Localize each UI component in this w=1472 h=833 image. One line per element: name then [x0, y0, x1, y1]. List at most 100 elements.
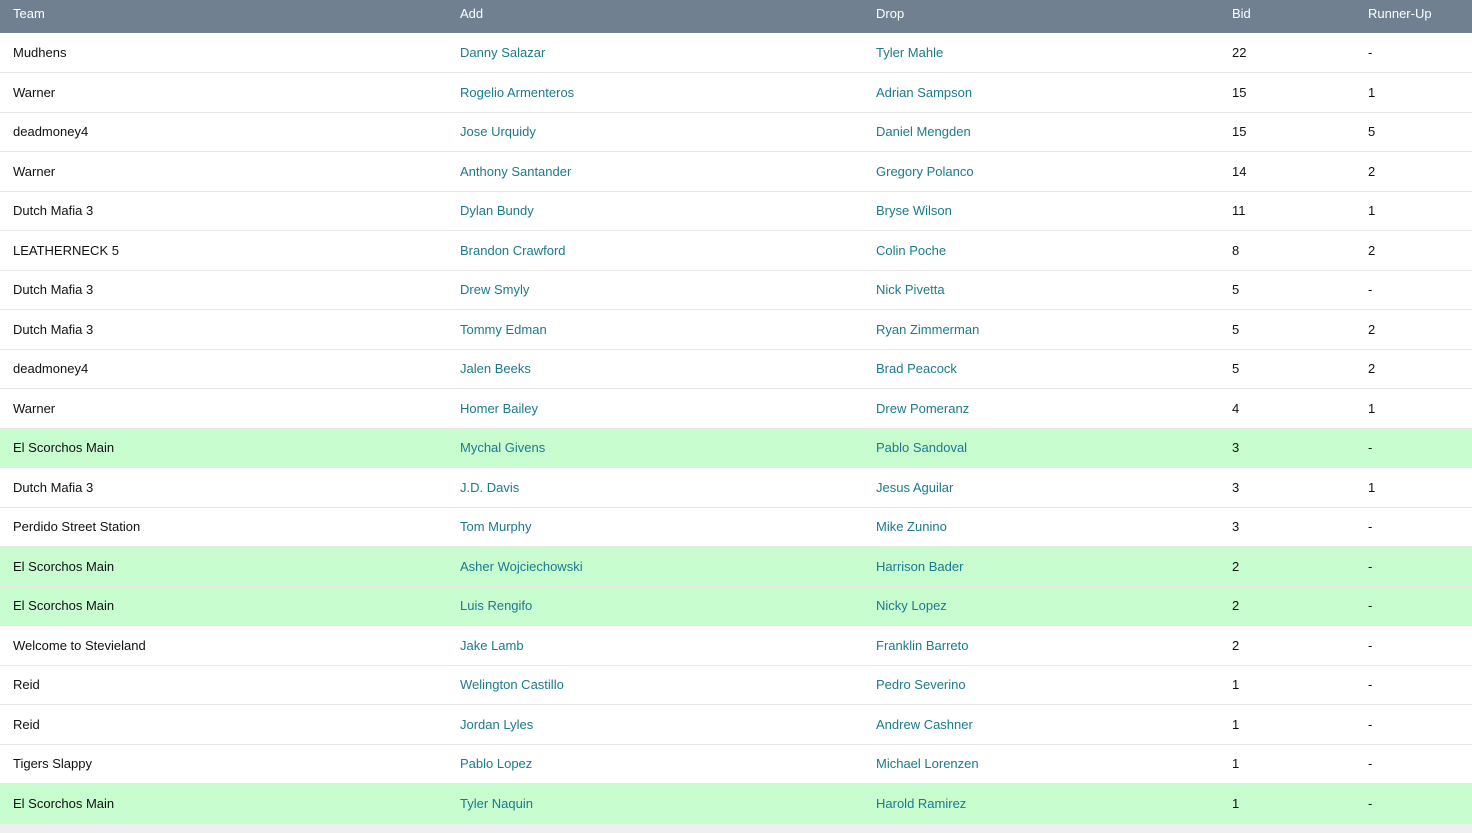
add-player-link[interactable]: Welington Castillo — [447, 665, 863, 705]
add-player-link[interactable]: Rogelio Armenteros — [447, 73, 863, 113]
table-row: deadmoney4 Jalen Beeks Brad Peacock 5 2 — [0, 349, 1472, 389]
runner-up-cell: 2 — [1368, 321, 1376, 337]
table-row: El Scorchos Main Tyler Naquin Harold Ramir… — [0, 783, 1472, 824]
drop-player-link[interactable]: Colin Poche — [863, 231, 1219, 271]
bid-cell: 2 — [1232, 637, 1240, 653]
team-cell: LEATHERNECK 5 — [13, 242, 119, 258]
add-player-link[interactable]: Jalen Beeks — [447, 349, 863, 389]
team-cell: Perdido Street Station — [13, 519, 141, 535]
table-row: Reid Welington Castillo Pedro Severino 1 - — [0, 665, 1472, 705]
bid-cell: 5 — [1232, 321, 1240, 337]
drop-player-link[interactable]: Nicky Lopez — [863, 586, 1219, 626]
runner-up-cell: - — [1368, 677, 1373, 693]
column-header-runner-up[interactable]: Runner-Up — [1355, 0, 1472, 33]
table-row: Warner Homer Bailey Drew Pomeranz 4 1 — [0, 389, 1472, 429]
add-player-link[interactable]: Luis Rengifo — [447, 586, 863, 626]
runner-up-cell: - — [1368, 637, 1373, 653]
transactions-table-container: Team Add Drop Bid Runner-Up Mudhens Danny… — [0, 0, 1472, 833]
table-row: Mudhens Danny Salazar Tyler Mahle 22 - — [0, 33, 1472, 73]
bid-cell: 5 — [1232, 282, 1240, 298]
column-header-team[interactable]: Team — [0, 0, 447, 33]
drop-player-link[interactable]: Ryan Zimmerman — [863, 310, 1219, 350]
add-player-link[interactable]: Asher Wojciechowski — [447, 547, 863, 587]
bid-cell: 3 — [1232, 440, 1240, 456]
runner-up-cell: 1 — [1368, 400, 1376, 416]
team-cell: Warner — [13, 84, 56, 100]
add-player-link[interactable]: Pablo Lopez — [447, 744, 863, 784]
table-row: Warner Anthony Santander Gregory Polanco 14… — [0, 152, 1472, 192]
drop-player-link[interactable]: Franklin Barreto — [863, 626, 1219, 666]
table-row: deadmoney4 Jose Urquidy Daniel Mengden 15 5 — [0, 112, 1472, 152]
drop-player-link[interactable]: Adrian Sampson — [863, 73, 1219, 113]
runner-up-cell: - — [1368, 282, 1373, 298]
add-player-link[interactable]: Homer Bailey — [447, 389, 863, 429]
table-row: El Scorchos Main Asher Wojciechowski Harri… — [0, 546, 1472, 587]
bid-cell: 1 — [1232, 677, 1240, 693]
table-row: El Scorchos Main Luis Rengifo Nicky Lopez 2… — [0, 586, 1472, 626]
bid-cell: 11 — [1232, 203, 1246, 219]
add-player-link[interactable]: Tyler Naquin — [447, 784, 863, 824]
team-cell: Dutch Mafia 3 — [13, 321, 94, 337]
add-player-link[interactable]: Mychal Givens — [447, 428, 863, 468]
team-cell: deadmoney4 — [13, 124, 89, 140]
add-player-link[interactable]: Tommy Edman — [447, 310, 863, 350]
column-header-drop[interactable]: Drop — [863, 0, 1219, 33]
runner-up-cell: 2 — [1368, 242, 1376, 258]
drop-player-link[interactable]: Pablo Sandoval — [863, 428, 1219, 468]
table-row: Dutch Mafia 3 Dylan Bundy Bryse Wilson 11 1 — [0, 191, 1472, 231]
table-row: Welcome to Stevieland Jake Lamb Franklin B… — [0, 626, 1472, 666]
bid-cell: 3 — [1232, 519, 1240, 535]
runner-up-cell: - — [1368, 45, 1373, 60]
add-player-link[interactable]: Tom Murphy — [447, 507, 863, 547]
team-cell: Dutch Mafia 3 — [13, 203, 94, 219]
add-player-link[interactable]: Anthony Santander — [447, 152, 863, 192]
runner-up-cell: - — [1368, 756, 1373, 772]
drop-player-link[interactable]: Michael Lorenzen — [863, 744, 1219, 784]
drop-player-link[interactable]: Drew Pomeranz — [863, 389, 1219, 429]
add-player-link[interactable]: Dylan Bundy — [447, 191, 863, 231]
drop-player-link[interactable]: Harrison Bader — [863, 547, 1219, 587]
runner-up-cell: - — [1368, 716, 1373, 732]
drop-player-link[interactable]: Andrew Cashner — [863, 705, 1219, 745]
add-player-link[interactable]: Danny Salazar — [447, 33, 863, 73]
bid-cell: 22 — [1232, 45, 1247, 60]
add-player-link[interactable]: Jose Urquidy — [447, 112, 863, 152]
add-player-link[interactable]: Jordan Lyles — [447, 705, 863, 745]
drop-player-link[interactable]: Bryse Wilson — [863, 191, 1219, 231]
bid-cell: 1 — [1232, 756, 1240, 772]
table-row: Dutch Mafia 3 J.D. Davis Jesus Aguilar 3 1 — [0, 468, 1472, 508]
runner-up-cell: 1 — [1368, 84, 1376, 100]
add-player-link[interactable]: J.D. Davis — [447, 468, 863, 508]
add-player-link[interactable]: Jake Lamb — [447, 626, 863, 666]
team-cell: Reid — [13, 677, 40, 693]
add-player-link[interactable]: Drew Smyly — [447, 270, 863, 310]
header-row: Team Add Drop Bid Runner-Up — [0, 0, 1472, 33]
team-cell: El Scorchos Main — [13, 598, 115, 614]
team-cell: Welcome to Stevieland — [13, 637, 146, 653]
team-cell: Mudhens — [13, 45, 67, 60]
drop-player-link[interactable]: Gregory Polanco — [863, 152, 1219, 192]
drop-player-link[interactable]: Pedro Severino — [863, 665, 1219, 705]
drop-player-link[interactable]: Harold Ramirez — [863, 784, 1219, 824]
runner-up-cell: - — [1368, 440, 1373, 456]
runner-up-cell: 1 — [1368, 203, 1376, 219]
team-cell: Reid — [13, 716, 40, 732]
runner-up-cell: - — [1368, 519, 1373, 535]
bid-cell: 1 — [1232, 716, 1240, 732]
team-cell: El Scorchos Main — [13, 795, 115, 811]
drop-player-link[interactable]: Daniel Mengden — [863, 112, 1219, 152]
bid-cell: 3 — [1232, 479, 1240, 495]
drop-player-link[interactable]: Tyler Mahle — [863, 33, 1219, 73]
runner-up-cell: 2 — [1368, 361, 1376, 377]
column-header-bid[interactable]: Bid — [1219, 0, 1355, 33]
runner-up-cell: 5 — [1368, 124, 1376, 140]
column-header-add[interactable]: Add — [447, 0, 863, 33]
add-player-link[interactable]: Brandon Crawford — [447, 231, 863, 271]
drop-player-link[interactable]: Nick Pivetta — [863, 270, 1219, 310]
waiver-results-table: Team Add Drop Bid Runner-Up Mudhens Danny… — [0, 0, 1472, 824]
bid-cell: 2 — [1232, 598, 1240, 614]
drop-player-link[interactable]: Brad Peacock — [863, 349, 1219, 389]
drop-player-link[interactable]: Mike Zunino — [863, 507, 1219, 547]
bid-cell: 8 — [1232, 242, 1240, 258]
drop-player-link[interactable]: Jesus Aguilar — [863, 468, 1219, 508]
